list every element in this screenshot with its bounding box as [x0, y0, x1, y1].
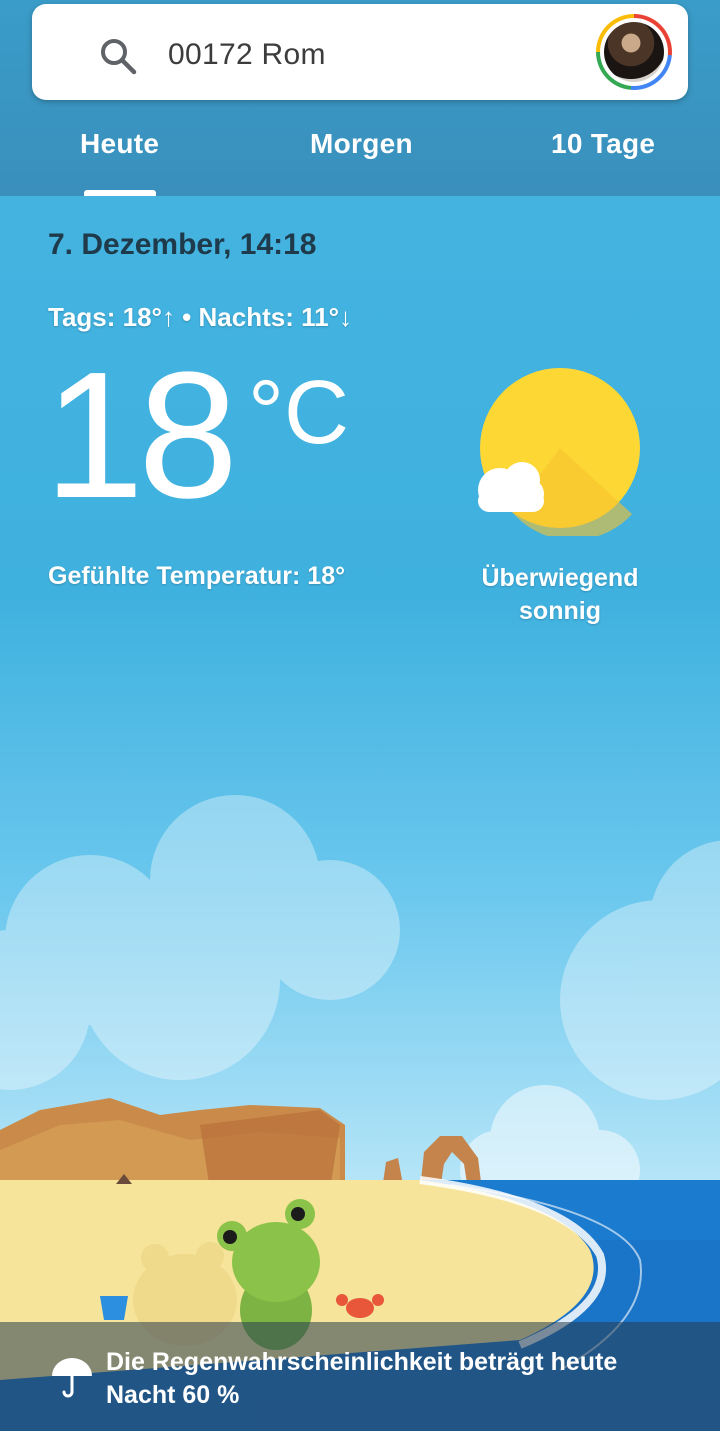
rain-notice-text: Die Regenwahrscheinlichkeit beträgt heut… [106, 1348, 618, 1409]
sun-cloud-icon [478, 368, 640, 536]
date-time: 7. Dezember, 14:18 [48, 228, 317, 261]
tab-tomorrow[interactable]: Morgen [310, 128, 413, 160]
day-night-temperatures: Tags: 18°↑ • Nachts: 11°↓ [48, 302, 352, 332]
feels-like-temperature: Gefühlte Temperatur: 18° [48, 562, 346, 590]
condition-line-2: sonnig [519, 597, 601, 625]
tab-today[interactable]: Heute [80, 128, 159, 160]
current-temperature: 18 [44, 335, 238, 536]
condition-line-1: Überwiegend [481, 564, 639, 592]
account-avatar[interactable] [596, 14, 672, 90]
umbrella-icon [52, 1358, 92, 1398]
search-bar[interactable]: 00172 Rom [32, 4, 688, 100]
weather-condition: Überwiegend sonnig [460, 562, 660, 628]
avatar-photo [604, 22, 664, 82]
tab-10-days[interactable]: 10 Tage [551, 128, 655, 160]
search-icon[interactable] [98, 36, 138, 76]
temperature-unit[interactable]: °C [248, 368, 349, 458]
search-input[interactable]: 00172 Rom [168, 38, 326, 72]
avatar-ring [600, 18, 668, 86]
